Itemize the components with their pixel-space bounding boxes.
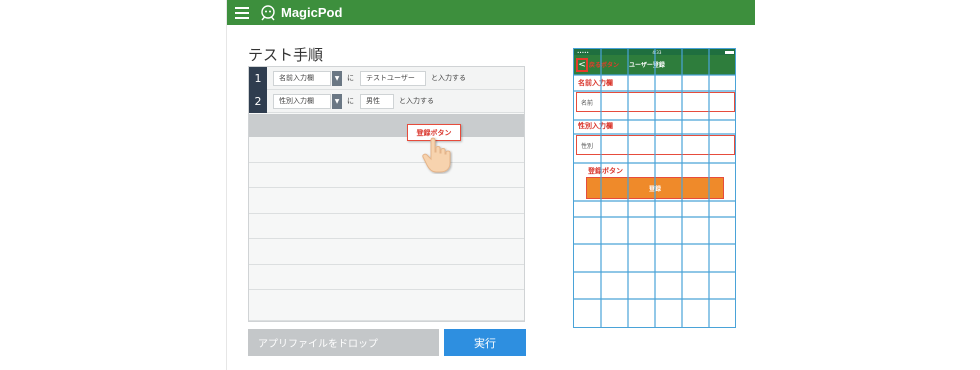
empty-step-row[interactable] xyxy=(249,290,524,321)
steps-panel[interactable]: 1 名前入力欄 ▼ に テストユーザー と入力する 2 性別入力欄 ▼ に 男性… xyxy=(248,66,525,322)
empty-step-row[interactable] xyxy=(249,163,524,188)
particle-text: に xyxy=(347,97,354,105)
hand-pointer-icon xyxy=(422,137,451,173)
steps-title: テスト手順 xyxy=(248,47,324,64)
element-select[interactable]: 名前入力欄 xyxy=(273,70,331,86)
dropdown-arrow-icon[interactable]: ▼ xyxy=(332,93,342,109)
empty-step-row[interactable] xyxy=(249,265,524,290)
value-input[interactable]: テストユーザー xyxy=(360,70,426,86)
empty-step-row[interactable] xyxy=(249,239,524,265)
particle-text: に xyxy=(347,74,354,82)
app-file-drop-zone[interactable]: アプリファイルをドロップ xyxy=(248,329,439,356)
empty-step-row[interactable] xyxy=(249,214,524,239)
empty-step-row[interactable] xyxy=(249,137,524,163)
drop-target-row[interactable] xyxy=(249,114,524,137)
step-number: 2 xyxy=(249,89,267,113)
empty-step-row[interactable] xyxy=(249,188,524,214)
step-number: 1 xyxy=(249,66,267,90)
magicpod-logo-icon xyxy=(261,4,275,20)
top-bar: MagicPod xyxy=(227,0,755,25)
action-text: と入力する xyxy=(399,97,434,105)
device-screen-preview[interactable]: ••••• 4:33 < 戻るボタン ユーザー登録 名前入力欄 名前 性別入力欄… xyxy=(573,48,736,328)
element-select[interactable]: 性別入力欄 xyxy=(273,93,331,109)
value-input[interactable]: 男性 xyxy=(360,93,394,109)
action-text: と入力する xyxy=(431,74,466,82)
menu-icon[interactable] xyxy=(235,6,249,19)
step-row[interactable]: 2 性別入力欄 ▼ に 男性 と入力する xyxy=(249,89,524,113)
dropdown-arrow-icon[interactable]: ▼ xyxy=(332,70,342,86)
step-row[interactable]: 1 名前入力欄 ▼ に テストユーザー と入力する xyxy=(249,66,524,90)
brand-name: MagicPod xyxy=(281,5,343,20)
element-grid-overlay xyxy=(574,49,735,327)
app-window: MagicPod テスト手順 1 名前入力欄 ▼ に テストユーザー と入力する… xyxy=(226,0,755,370)
run-button[interactable]: 実行 xyxy=(444,329,526,356)
